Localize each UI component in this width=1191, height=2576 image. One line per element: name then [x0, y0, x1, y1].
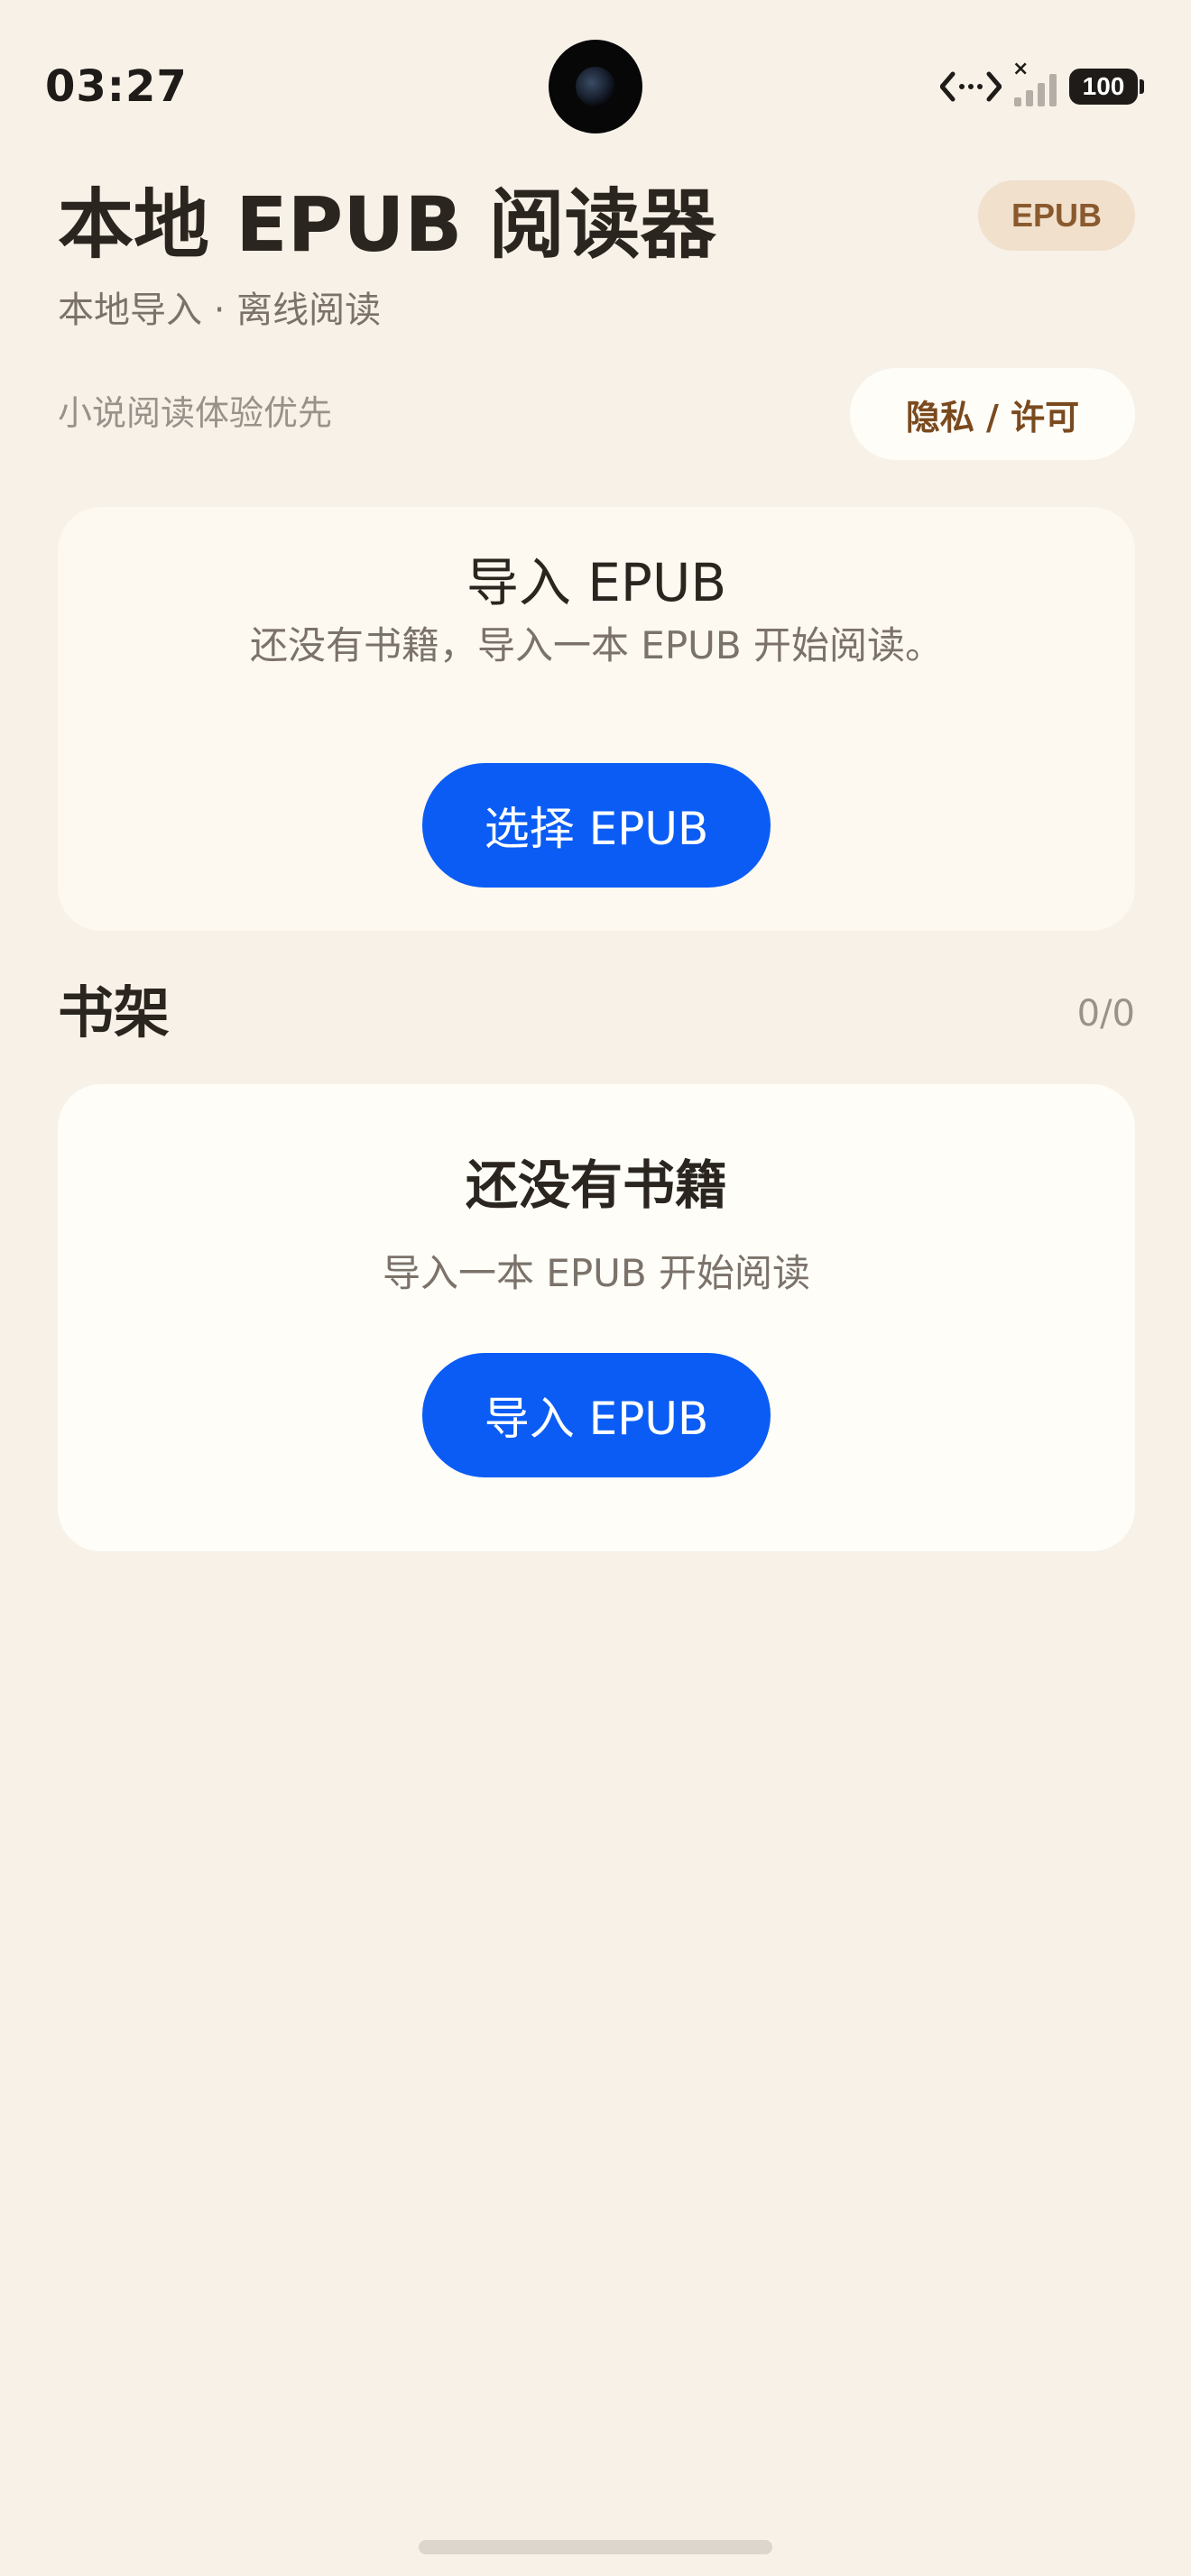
camera-cutout	[549, 40, 642, 133]
bookshelf-count: 0/0	[1076, 993, 1135, 1035]
app-subtitle: 本地导入 · 离线阅读	[58, 290, 382, 331]
epub-badge: EPUB	[978, 180, 1135, 251]
app-title: 本地 EPUB 阅读器	[58, 180, 716, 269]
battery-icon: 100	[1069, 69, 1144, 105]
choose-epub-button[interactable]: 选择 EPUB	[422, 763, 771, 888]
privacy-license-button[interactable]: 隐私 / 许可	[850, 368, 1135, 460]
empty-shelf-text: 导入一本 EPUB 开始阅读	[382, 1251, 811, 1295]
import-card: 导入 EPUB 还没有书籍，导入一本 EPUB 开始阅读。 选择 EPUB	[58, 507, 1135, 931]
tagline: 小说阅读体验优先	[58, 393, 333, 433]
signal-bar	[1026, 90, 1033, 106]
signal-bar	[1049, 74, 1057, 106]
data-transfer-icon	[940, 69, 1002, 105]
signal-icon: ×	[1012, 58, 1057, 106]
bookshelf-title: 书架	[58, 980, 171, 1045]
empty-shelf-title: 还没有书籍	[465, 1155, 727, 1216]
status-icons: × 100	[940, 58, 1144, 108]
battery-level: 100	[1069, 69, 1138, 105]
import-epub-button[interactable]: 导入 EPUB	[422, 1353, 771, 1477]
bookshelf-empty-card: 还没有书籍 导入一本 EPUB 开始阅读 导入 EPUB	[58, 1084, 1135, 1551]
signal-bar	[1038, 83, 1045, 106]
battery-tip	[1140, 79, 1144, 94]
camera-lens	[576, 67, 615, 106]
import-card-title: 导入 EPUB	[466, 552, 727, 613]
no-signal-x-icon: ×	[1012, 58, 1029, 80]
status-time: 03:27	[45, 61, 188, 112]
import-card-text: 还没有书籍，导入一本 EPUB 开始阅读。	[249, 623, 944, 667]
home-indicator[interactable]	[419, 2540, 772, 2554]
signal-bar	[1014, 97, 1021, 106]
